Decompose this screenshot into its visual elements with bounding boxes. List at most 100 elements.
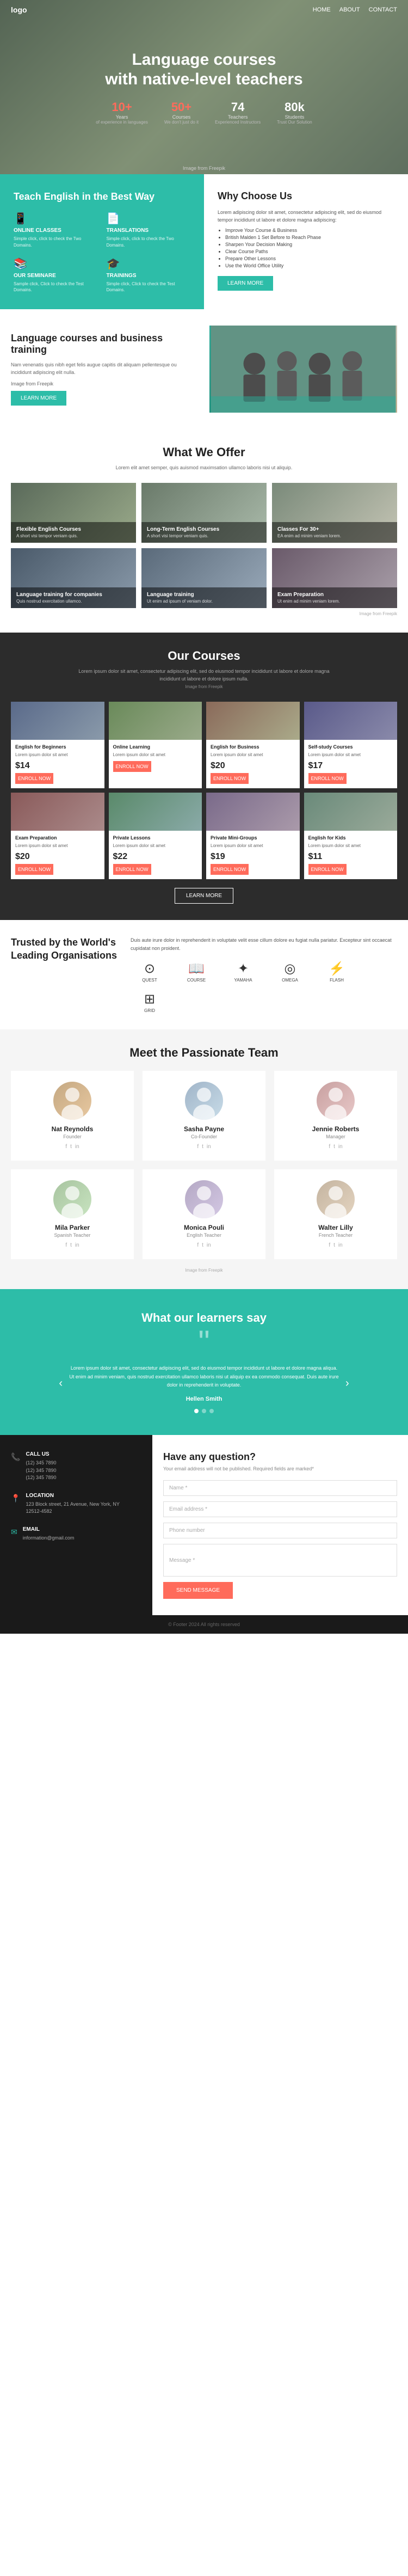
twitter-icon[interactable]: t: [333, 1242, 335, 1248]
course-body-2: Online Learning Lorem ipsum dolor sit am…: [109, 740, 202, 776]
contact-left: 📞 CALL US (12) 345 7890 (12) 345 7890 (1…: [0, 1435, 152, 1615]
footer-text: © Footer 2024 All rights reserved: [168, 1622, 240, 1627]
offer-card-3[interactable]: Classes For 30+ EA enim ad minim veniam …: [272, 483, 397, 543]
offer-card-1[interactable]: Flexible English Courses A short visi te…: [11, 483, 136, 543]
facebook-icon[interactable]: f: [65, 1242, 67, 1248]
twitter-icon[interactable]: t: [202, 1144, 203, 1150]
offer-card-6[interactable]: Exam Preparation Ut enim ad minim veniam…: [272, 548, 397, 608]
enroll-button-8[interactable]: ENROLL NOW: [308, 864, 347, 875]
testimonial-text: Lorem ipsum dolor sit amet, consectetur …: [68, 1364, 340, 1389]
why-learn-more-button[interactable]: LEARN MORE: [218, 276, 273, 291]
team-section: Meet the Passionate Team Nat Reynolds Fo…: [0, 1029, 408, 1289]
team-title: Meet the Passionate Team: [11, 1046, 397, 1060]
offer-card-4[interactable]: Language training for companies Quis nos…: [11, 548, 136, 608]
nav-home[interactable]: HOME: [313, 7, 331, 13]
business-image: [209, 326, 397, 413]
instagram-icon[interactable]: in: [75, 1242, 79, 1248]
enroll-button-3[interactable]: ENROLL NOW: [211, 773, 249, 784]
email-input[interactable]: [163, 1501, 397, 1517]
instagram-icon[interactable]: in: [75, 1144, 79, 1150]
team-name-mila: Mila Parker: [22, 1224, 123, 1231]
twitter-icon[interactable]: t: [70, 1242, 72, 1248]
course-card-2: Online Learning Lorem ipsum dolor sit am…: [109, 702, 202, 788]
facebook-icon[interactable]: f: [197, 1144, 199, 1150]
twitter-icon[interactable]: t: [70, 1144, 72, 1150]
instagram-icon[interactable]: in: [338, 1144, 343, 1150]
enroll-button-2[interactable]: ENROLL NOW: [113, 761, 151, 772]
offer-card-5[interactable]: Language training Ut enim ad ipsum of ve…: [141, 548, 267, 608]
instagram-icon[interactable]: in: [338, 1242, 343, 1248]
why-item: Improve Your Course & Business: [225, 228, 394, 233]
team-socials-sasha: f t in: [153, 1144, 255, 1150]
testimonial-next-button[interactable]: ›: [345, 1377, 349, 1390]
course-img-3: [206, 702, 300, 740]
name-input[interactable]: [163, 1480, 397, 1496]
logo-item-5: ⚡ FLASH: [318, 961, 356, 983]
teach-item-online: 📱 ONLINE CLASSES Simple click, click to …: [14, 212, 98, 248]
instagram-icon[interactable]: in: [207, 1144, 211, 1150]
facebook-icon[interactable]: f: [65, 1144, 67, 1150]
phone-input[interactable]: [163, 1523, 397, 1538]
facebook-icon[interactable]: f: [197, 1242, 199, 1248]
enroll-button-4[interactable]: ENROLL NOW: [308, 773, 347, 784]
enroll-button-6[interactable]: ENROLL NOW: [113, 864, 151, 875]
hero-image-from: Image from Freepik: [183, 165, 225, 171]
logo-icon-1: ⊙: [131, 961, 169, 977]
enroll-button-7[interactable]: ENROLL NOW: [211, 864, 249, 875]
stat-teachers: 74 Teachers Experienced Instructors: [215, 100, 261, 125]
enroll-button-1[interactable]: ENROLL NOW: [15, 773, 53, 784]
business-text: Nam venenatis quis nibh eget felis augue…: [11, 361, 199, 377]
trusted-right: Duis aute irure dolor in reprehenderit i…: [131, 936, 397, 1013]
teach-left: Teach English in the Best Way 📱 ONLINE C…: [0, 174, 204, 309]
courses-sub: Lorem ipsum dolor sit amet, consectetur …: [11, 667, 397, 691]
testimonial-dot-1[interactable]: [194, 1409, 199, 1413]
twitter-icon[interactable]: t: [202, 1242, 203, 1248]
testimonial-dot-2[interactable]: [202, 1409, 206, 1413]
testimonial-prev-button[interactable]: ‹: [59, 1377, 63, 1390]
testimonial-nav: [11, 1409, 397, 1413]
nav-contact[interactable]: CONTACT: [369, 7, 397, 13]
enroll-button-5[interactable]: ENROLL NOW: [15, 864, 53, 875]
logo-item-2: 📖 COURSE: [177, 961, 215, 983]
offer-card-2[interactable]: Long-Term English Courses A short visi t…: [141, 483, 267, 543]
nav-links: HOME ABOUT CONTACT: [313, 7, 397, 13]
nav-about[interactable]: ABOUT: [339, 7, 360, 13]
team-role-sasha: Co-Founder: [153, 1134, 255, 1139]
message-group: [163, 1544, 397, 1577]
testimonial-dot-3[interactable]: [209, 1409, 214, 1413]
offer-overlay-5: Language training Ut enim ad ipsum of ve…: [141, 587, 267, 608]
email-group: [163, 1501, 397, 1517]
why-item: Use the World Office Utility: [225, 263, 394, 268]
team-name-walter: Walter Lilly: [285, 1224, 386, 1231]
call-us-item: 📞 CALL US (12) 345 7890 (12) 345 7890 (1…: [11, 1451, 141, 1482]
course-body-8: English for Kids Lorem ipsum dolor sit a…: [304, 831, 398, 879]
course-img-7: [206, 793, 300, 831]
team-image-from: Image from Freepik: [11, 1268, 397, 1273]
team-role-jennie: Manager: [285, 1134, 386, 1139]
team-role-walter: French Teacher: [285, 1232, 386, 1238]
twitter-icon[interactable]: t: [333, 1144, 335, 1150]
team-avatar-monica: [185, 1180, 223, 1218]
logo-icon-3: ✦: [224, 961, 262, 977]
business-learn-more-button[interactable]: LEARN MORE: [11, 391, 66, 406]
avatar-silhouette-jennie: [317, 1082, 355, 1120]
why-item: Prepare Other Lessons: [225, 256, 394, 261]
facebook-icon[interactable]: f: [329, 1242, 330, 1248]
testimonial-section: What our learners say " ‹ Lorem ipsum do…: [0, 1289, 408, 1435]
hero-section: logo HOME ABOUT CONTACT Language courses…: [0, 0, 408, 174]
team-avatar-mila: [53, 1180, 91, 1218]
facebook-icon[interactable]: f: [329, 1144, 330, 1150]
business-image-from: Image from Freepik: [11, 380, 199, 388]
team-card-nat: Nat Reynolds Founder f t in: [11, 1071, 134, 1161]
courses-learn-more-button[interactable]: LEARN MORE: [175, 888, 233, 904]
team-avatar-walter: [317, 1180, 355, 1218]
submit-button[interactable]: SEND MESSAGE: [163, 1582, 233, 1599]
navigation: logo HOME ABOUT CONTACT: [0, 0, 408, 20]
message-input[interactable]: [163, 1544, 397, 1577]
course-body-5: Exam Preparation Lorem ipsum dolor sit a…: [11, 831, 104, 879]
stat-years: 10+ Years of experience in languages: [96, 100, 148, 125]
course-body-3: English for Business Lorem ipsum dolor s…: [206, 740, 300, 788]
instagram-icon[interactable]: in: [207, 1242, 211, 1248]
name-group: [163, 1480, 397, 1496]
avatar-silhouette-monica: [185, 1180, 223, 1218]
